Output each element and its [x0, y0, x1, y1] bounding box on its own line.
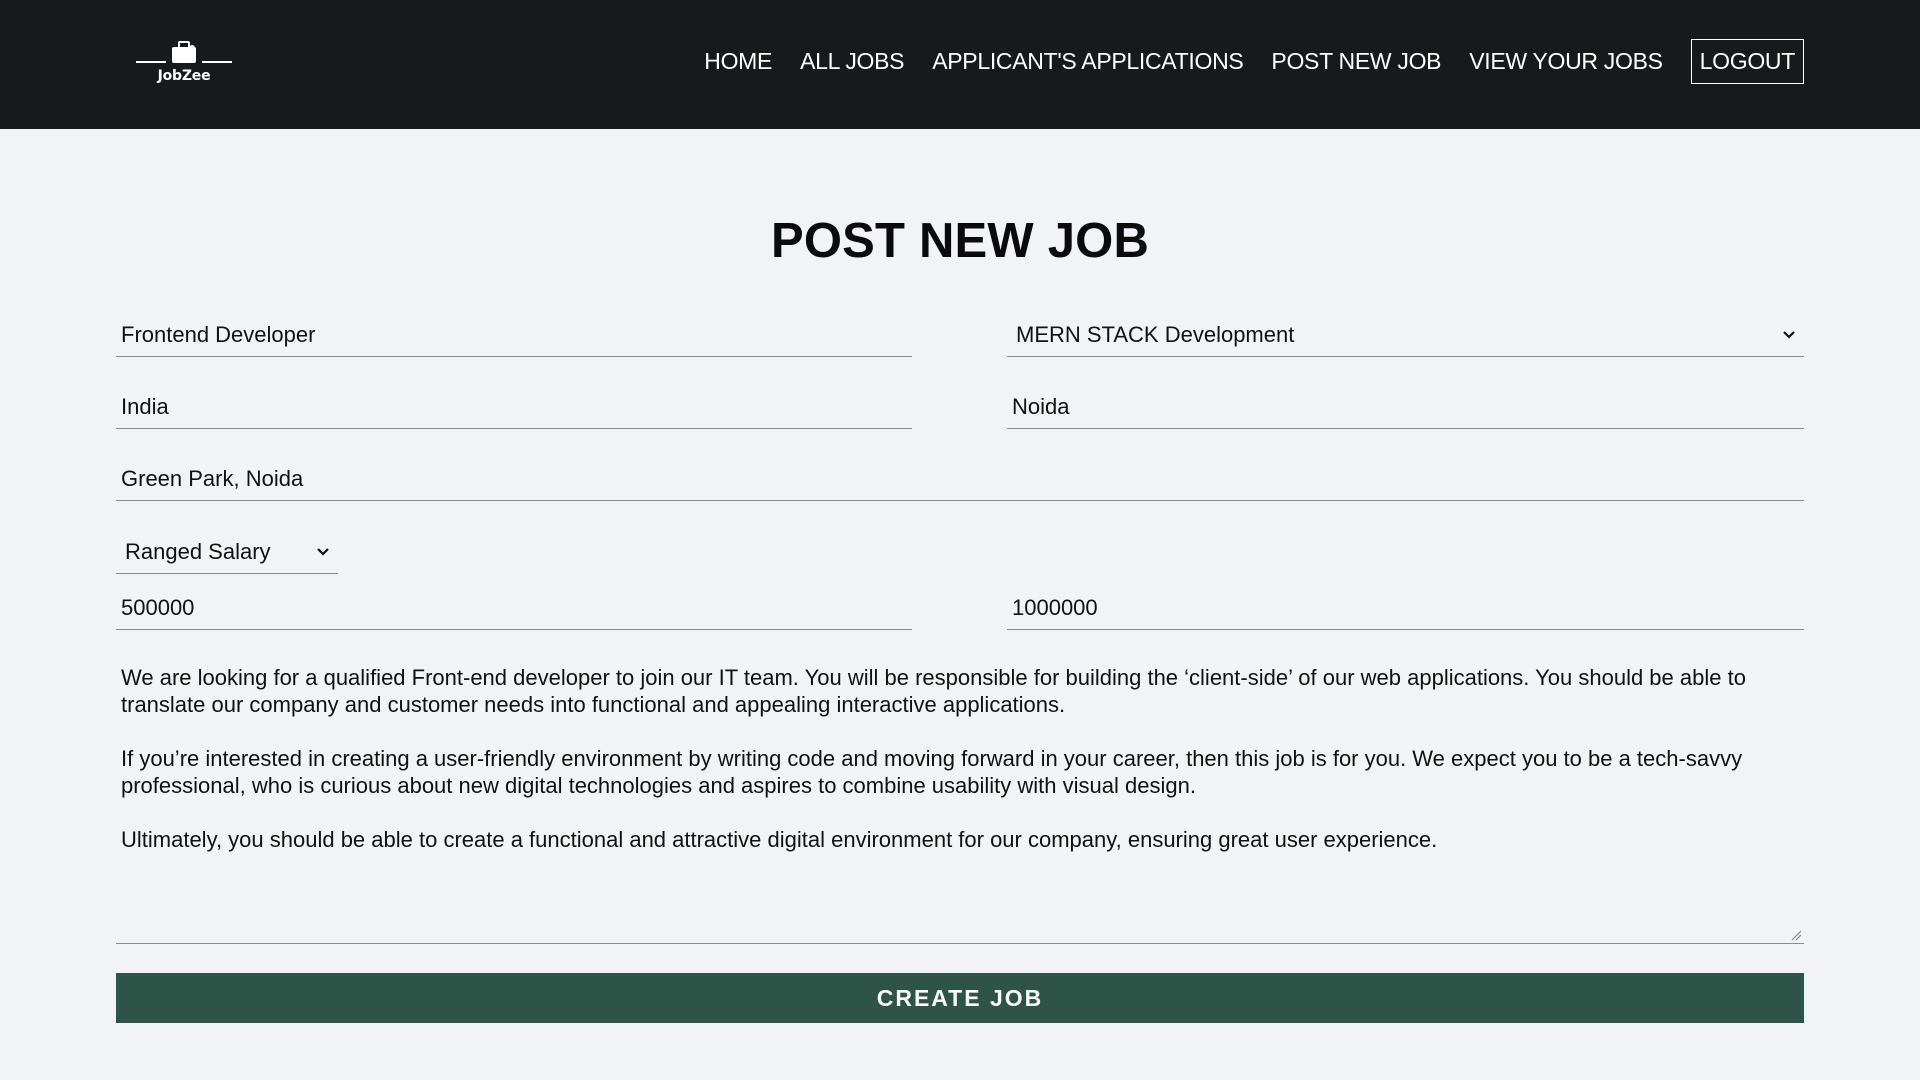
nav-home[interactable]: HOME — [704, 48, 772, 75]
city-input[interactable] — [1007, 386, 1804, 429]
location-input[interactable] — [116, 457, 1804, 501]
nav-all-jobs[interactable]: ALL JOBS — [800, 48, 904, 75]
nav-applicant-applications[interactable]: APPLICANT'S APPLICATIONS — [932, 48, 1244, 75]
resize-handle-icon[interactable] — [1790, 929, 1802, 941]
page-title: POST NEW JOB — [770, 214, 1150, 268]
navbar: JobZee HOME ALL JOBS APPLICANT'S APPLICA… — [0, 0, 1920, 129]
briefcase-logo-icon — [136, 41, 232, 63]
chevron-down-icon — [1783, 330, 1795, 339]
description-paragraph: We are looking for a qualified Front-end… — [121, 665, 1746, 717]
create-job-button[interactable]: CREATE JOB — [116, 973, 1804, 1023]
nav-post-new-job[interactable]: POST NEW JOB — [1271, 48, 1441, 75]
job-title-input[interactable] — [116, 313, 912, 357]
logout-button[interactable]: LOGOUT — [1690, 39, 1804, 84]
chevron-down-icon — [317, 547, 329, 556]
salary-from-input[interactable] — [116, 586, 912, 630]
nav-view-your-jobs[interactable]: VIEW YOUR JOBS — [1469, 48, 1663, 75]
job-description-textarea[interactable]: We are looking for a qualified Front-end… — [116, 658, 1804, 944]
category-value: MERN STACK Development — [1016, 321, 1295, 347]
description-paragraph: If you’re interested in creating a user-… — [121, 746, 1743, 798]
jobzee-logo[interactable]: JobZee — [132, 38, 236, 88]
logo-text: JobZee — [157, 68, 211, 84]
description-paragraph: Ultimately, you should be able to create… — [121, 827, 1438, 852]
salary-type-select[interactable]: Ranged Salary — [116, 530, 338, 574]
salary-to-input[interactable] — [1007, 586, 1804, 630]
category-select[interactable]: MERN STACK Development — [1007, 313, 1804, 357]
nav-links: HOME ALL JOBS APPLICANT'S APPLICATIONS P… — [704, 38, 1804, 85]
country-input[interactable] — [116, 386, 912, 429]
salary-type-value: Ranged Salary — [125, 538, 271, 564]
